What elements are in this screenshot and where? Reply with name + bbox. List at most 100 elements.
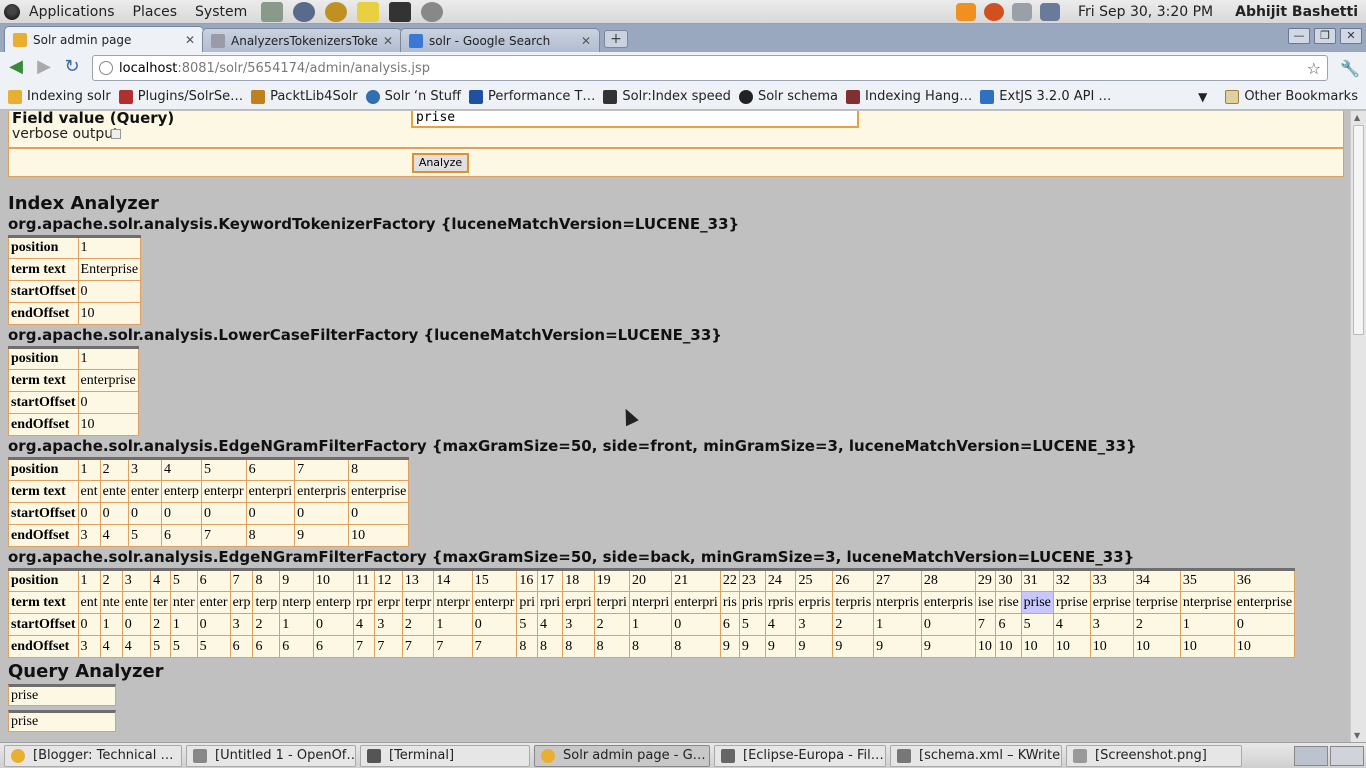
scroll-down-icon[interactable]: ▼	[1354, 731, 1360, 740]
token-cell: 2	[401, 613, 435, 636]
places-menu[interactable]: Places	[124, 0, 187, 24]
bookmark-item[interactable]: Solr ‘n Stuff	[365, 89, 461, 104]
launcher-archive-icon[interactable]	[261, 1, 284, 22]
taskbar-item[interactable]: Solr admin page - G…	[534, 744, 710, 767]
applications-menu[interactable]: Applications	[20, 0, 124, 24]
token-cell: 4	[1052, 613, 1091, 636]
top-panel: Applications Places System Fri Sep 30, 3…	[0, 0, 1366, 24]
verbose-output-checkbox[interactable]	[111, 129, 121, 139]
query-field-input[interactable]: prise	[411, 111, 859, 128]
back-icon[interactable]: ◀	[4, 56, 28, 80]
google-favicon-icon	[409, 33, 423, 48]
reload-icon[interactable]: ↻	[60, 56, 84, 80]
address-bar[interactable]: localhost:8081/solr/5654174/admin/analys…	[92, 55, 1328, 81]
token-cell: enter	[127, 480, 162, 503]
workspace-1[interactable]	[1294, 745, 1328, 766]
bookmark-item[interactable]: Solr:Index speed	[603, 89, 731, 104]
forward-icon[interactable]: ▶	[32, 56, 56, 80]
launcher-network-icon[interactable]	[293, 1, 316, 22]
token-cell: 1	[433, 613, 473, 636]
bookmark-item[interactable]: ExtJS 3.2.0 API …	[980, 89, 1111, 104]
token-cell: 30	[995, 569, 1022, 592]
new-tab-button[interactable]: +	[604, 30, 628, 48]
token-cell: 14	[433, 569, 473, 592]
taskbar-item[interactable]: [Blogger: Technical …	[4, 744, 182, 767]
token-cell: 20	[628, 569, 673, 592]
token-cell: 8	[516, 635, 538, 658]
token-cell: 23	[738, 569, 766, 592]
ubuntu-one-icon[interactable]	[984, 2, 1005, 21]
token-cell: 27	[873, 569, 922, 592]
bookmark-item[interactable]: PacktLib4Solr	[251, 89, 358, 104]
workspace-switcher[interactable]	[1294, 745, 1366, 766]
bookmark-item[interactable]: Indexing solr	[8, 89, 111, 104]
bookmark-item[interactable]: Solr schema	[738, 89, 838, 104]
token-cell: 6	[160, 524, 202, 547]
tab-solr-admin[interactable]: Solr admin page ✕	[4, 26, 204, 52]
row-label: position	[8, 458, 79, 481]
system-menu[interactable]: System	[186, 0, 256, 24]
taskbar-item[interactable]: [Untitled 1 - OpenOf…	[186, 744, 356, 767]
gnome-foot-icon[interactable]	[4, 3, 20, 20]
scroll-up-icon[interactable]: ▲	[1354, 113, 1360, 122]
tab-close-icon[interactable]: ✕	[383, 34, 393, 48]
token-cell: 35	[1179, 569, 1235, 592]
user-name[interactable]: Abhijit Bashetti	[1225, 4, 1366, 20]
row-label: endOffset	[8, 413, 79, 436]
token-cell: erpr	[374, 591, 403, 614]
token-cell: 1	[77, 236, 142, 259]
token-cell: 0	[77, 613, 101, 636]
chrome-app-icon	[11, 748, 25, 763]
update-notifier-icon[interactable]	[956, 2, 977, 21]
token-cell: enterp	[160, 480, 202, 503]
scrollbar-thumb[interactable]	[1353, 125, 1364, 335]
bookmark-item[interactable]: Plugins/SolrSe…	[118, 89, 243, 104]
volume-icon[interactable]	[1012, 2, 1033, 21]
workspace-2[interactable]	[1330, 745, 1364, 766]
page-info-icon[interactable]	[99, 61, 113, 75]
launcher-terminal-icon[interactable]	[389, 1, 412, 22]
token-row-term-text: term text enterprise	[8, 369, 139, 392]
taskbar-item[interactable]: [Terminal]	[360, 744, 530, 767]
bookmark-star-icon[interactable]: ☆	[1307, 59, 1321, 78]
token-cell: 0	[471, 613, 518, 636]
bookmark-item[interactable]: Performance T…	[468, 89, 595, 104]
token-cell: enterpris	[294, 480, 350, 503]
token-cell: 6	[252, 635, 281, 658]
tab-google-search[interactable]: solr - Google Search ✕	[400, 28, 600, 52]
network-status-icon[interactable]	[1040, 2, 1061, 21]
token-cell: enterprise	[77, 369, 139, 392]
token-cell: terpris	[832, 591, 875, 614]
token-cell: 5	[738, 613, 766, 636]
bookmark-item[interactable]: Indexing Hang…	[846, 89, 972, 104]
solr-favicon-icon	[13, 32, 27, 47]
clock[interactable]: Fri Sep 30, 3:20 PM	[1064, 4, 1225, 20]
token-cell: nterpris	[873, 591, 922, 614]
token-cell: 3	[562, 613, 595, 636]
token-cell: rise	[995, 591, 1022, 614]
token-cell: 8	[245, 524, 296, 547]
tab-close-icon[interactable]: ✕	[185, 33, 195, 47]
tab-analyzers[interactable]: AnalyzersTokenizersToken ✕	[202, 28, 402, 52]
tab-close-icon[interactable]: ✕	[581, 34, 591, 48]
taskbar-item[interactable]: [schema.xml – KWrite]	[890, 744, 1062, 767]
token-cell: 1	[169, 613, 198, 636]
token-cell: 0	[127, 502, 162, 525]
minimize-icon[interactable]: —	[1288, 28, 1310, 44]
page-scrollbar[interactable]: ▲ ▼	[1350, 111, 1366, 742]
token-cell: nte	[99, 591, 123, 614]
taskbar-item[interactable]: [Eclipse-Europa - Fil…	[714, 744, 886, 767]
wrench-menu-icon[interactable]: 🔧	[1340, 59, 1360, 78]
taskbar-item[interactable]: [Screenshot.png]	[1066, 744, 1242, 767]
launcher-compass-icon[interactable]	[325, 1, 348, 22]
launcher-settings-icon[interactable]	[421, 1, 444, 22]
token-row-position: position 1 2 3 4 5 6 7 8	[8, 458, 410, 481]
bookmarks-overflow-chevron-icon[interactable]: ▼	[1198, 90, 1207, 104]
image-app-icon	[1073, 748, 1087, 763]
launcher-notes-icon[interactable]	[357, 1, 380, 22]
close-window-icon[interactable]: ✕	[1340, 28, 1362, 44]
analyze-button[interactable]: Analyze	[412, 153, 469, 173]
token-cell: ent	[77, 480, 101, 503]
maximize-icon[interactable]: ❐	[1314, 28, 1336, 44]
other-bookmarks[interactable]: Other Bookmarks	[1225, 89, 1358, 104]
